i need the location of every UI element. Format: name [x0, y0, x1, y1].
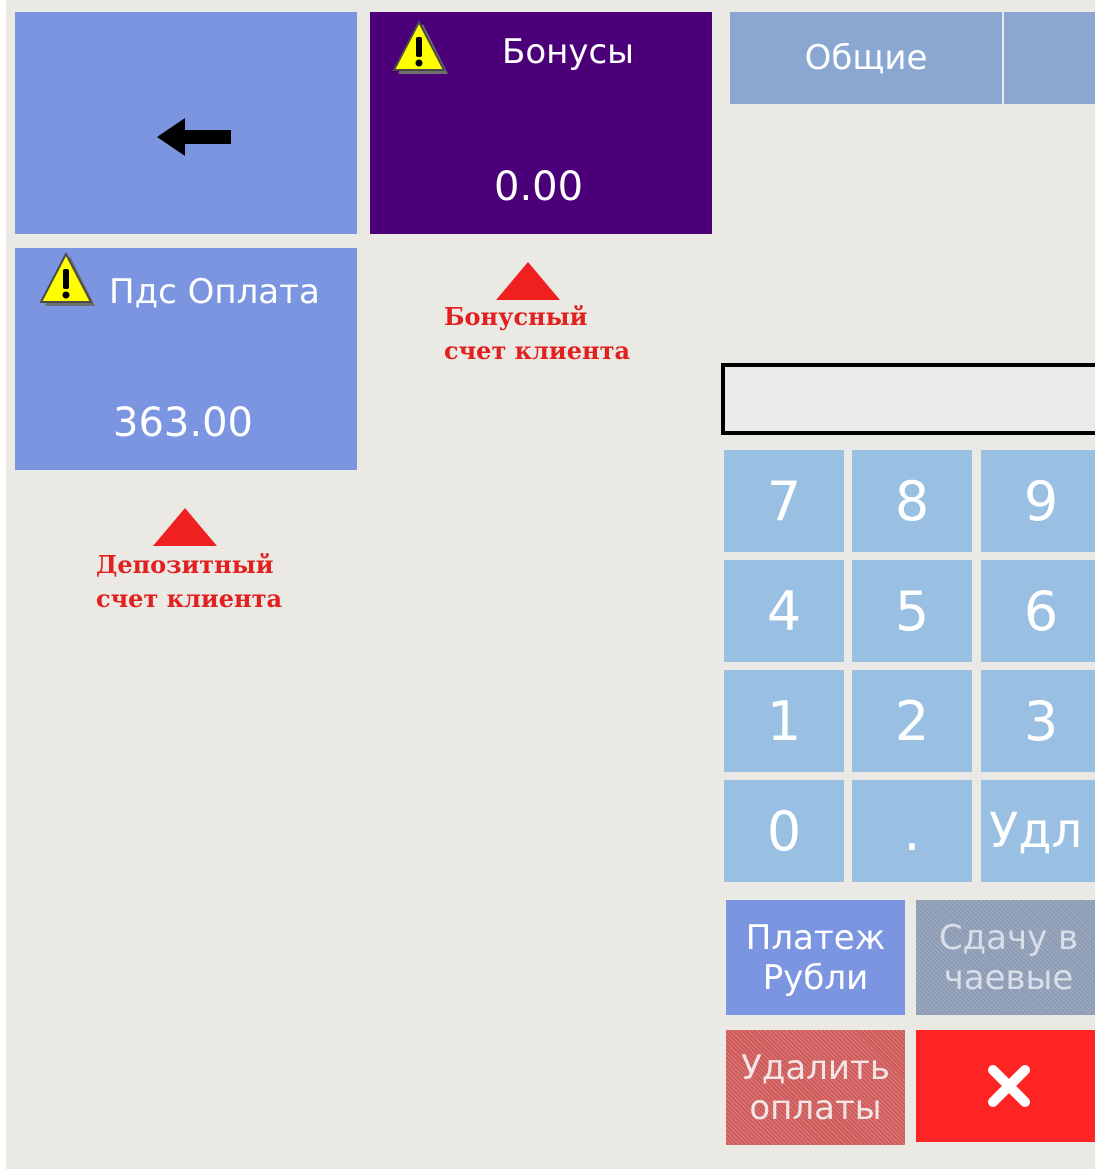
deposit-annotation-arrow	[153, 508, 217, 546]
deposit-annotation-line1: Депозитный	[96, 550, 274, 579]
change-to-tip-line1: Сдачу в	[938, 917, 1079, 958]
deposit-annotation-line2: счет клиента	[96, 584, 282, 613]
bonus-payment-tile[interactable]: Бонусы 0.00	[370, 12, 712, 234]
back-button[interactable]	[15, 12, 357, 234]
key-8[interactable]: 8	[852, 450, 972, 552]
bonus-annotation: Бонусный счет клиента	[444, 300, 630, 368]
key-6[interactable]: 6	[981, 560, 1095, 662]
warning-icon	[392, 20, 448, 74]
cancel-button[interactable]	[916, 1030, 1095, 1142]
delete-payments-button[interactable]: Удалить оплаты	[726, 1030, 905, 1145]
tab-general-label: Общие	[804, 38, 928, 78]
key-dot[interactable]: .	[852, 780, 972, 882]
key-1[interactable]: 1	[724, 670, 844, 772]
bonus-annotation-line1: Бонусный	[444, 302, 588, 331]
amount-input[interactable]	[721, 363, 1095, 435]
key-2[interactable]: 2	[852, 670, 972, 772]
key-0[interactable]: 0	[724, 780, 844, 882]
pds-payment-tile[interactable]: Пдс Оплата 363.00	[15, 248, 357, 470]
key-4[interactable]: 4	[724, 560, 844, 662]
change-to-tip-line2: чаевые	[943, 957, 1074, 998]
arrow-left-icon	[157, 118, 231, 156]
delete-payments-line1: Удалить	[741, 1047, 890, 1088]
key-9[interactable]: 9	[981, 450, 1095, 552]
pay-rubles-button[interactable]: Платеж Рубли	[726, 900, 905, 1015]
bonus-tile-value: 0.00	[494, 164, 584, 210]
pay-rubles-line2: Рубли	[762, 957, 869, 998]
bonus-tile-label: Бонусы	[502, 32, 635, 72]
tab-general[interactable]: Общие	[730, 12, 1002, 104]
pds-tile-label: Пдс Оплата	[109, 272, 320, 312]
key-7[interactable]: 7	[724, 450, 844, 552]
key-delete[interactable]: Удл	[981, 780, 1095, 882]
pay-rubles-line1: Платеж	[745, 917, 886, 958]
key-5[interactable]: 5	[852, 560, 972, 662]
change-to-tip-button[interactable]: Сдачу в чаевые	[916, 900, 1095, 1015]
bonus-annotation-arrow	[496, 262, 560, 300]
tab-next[interactable]	[1004, 12, 1095, 104]
bonus-annotation-line2: счет клиента	[444, 336, 630, 365]
warning-icon	[39, 252, 95, 306]
pds-tile-value: 363.00	[113, 400, 253, 446]
delete-payments-line2: оплаты	[749, 1087, 882, 1128]
deposit-annotation: Депозитный счет клиента	[96, 548, 282, 616]
key-3[interactable]: 3	[981, 670, 1095, 772]
close-icon	[987, 1065, 1030, 1107]
